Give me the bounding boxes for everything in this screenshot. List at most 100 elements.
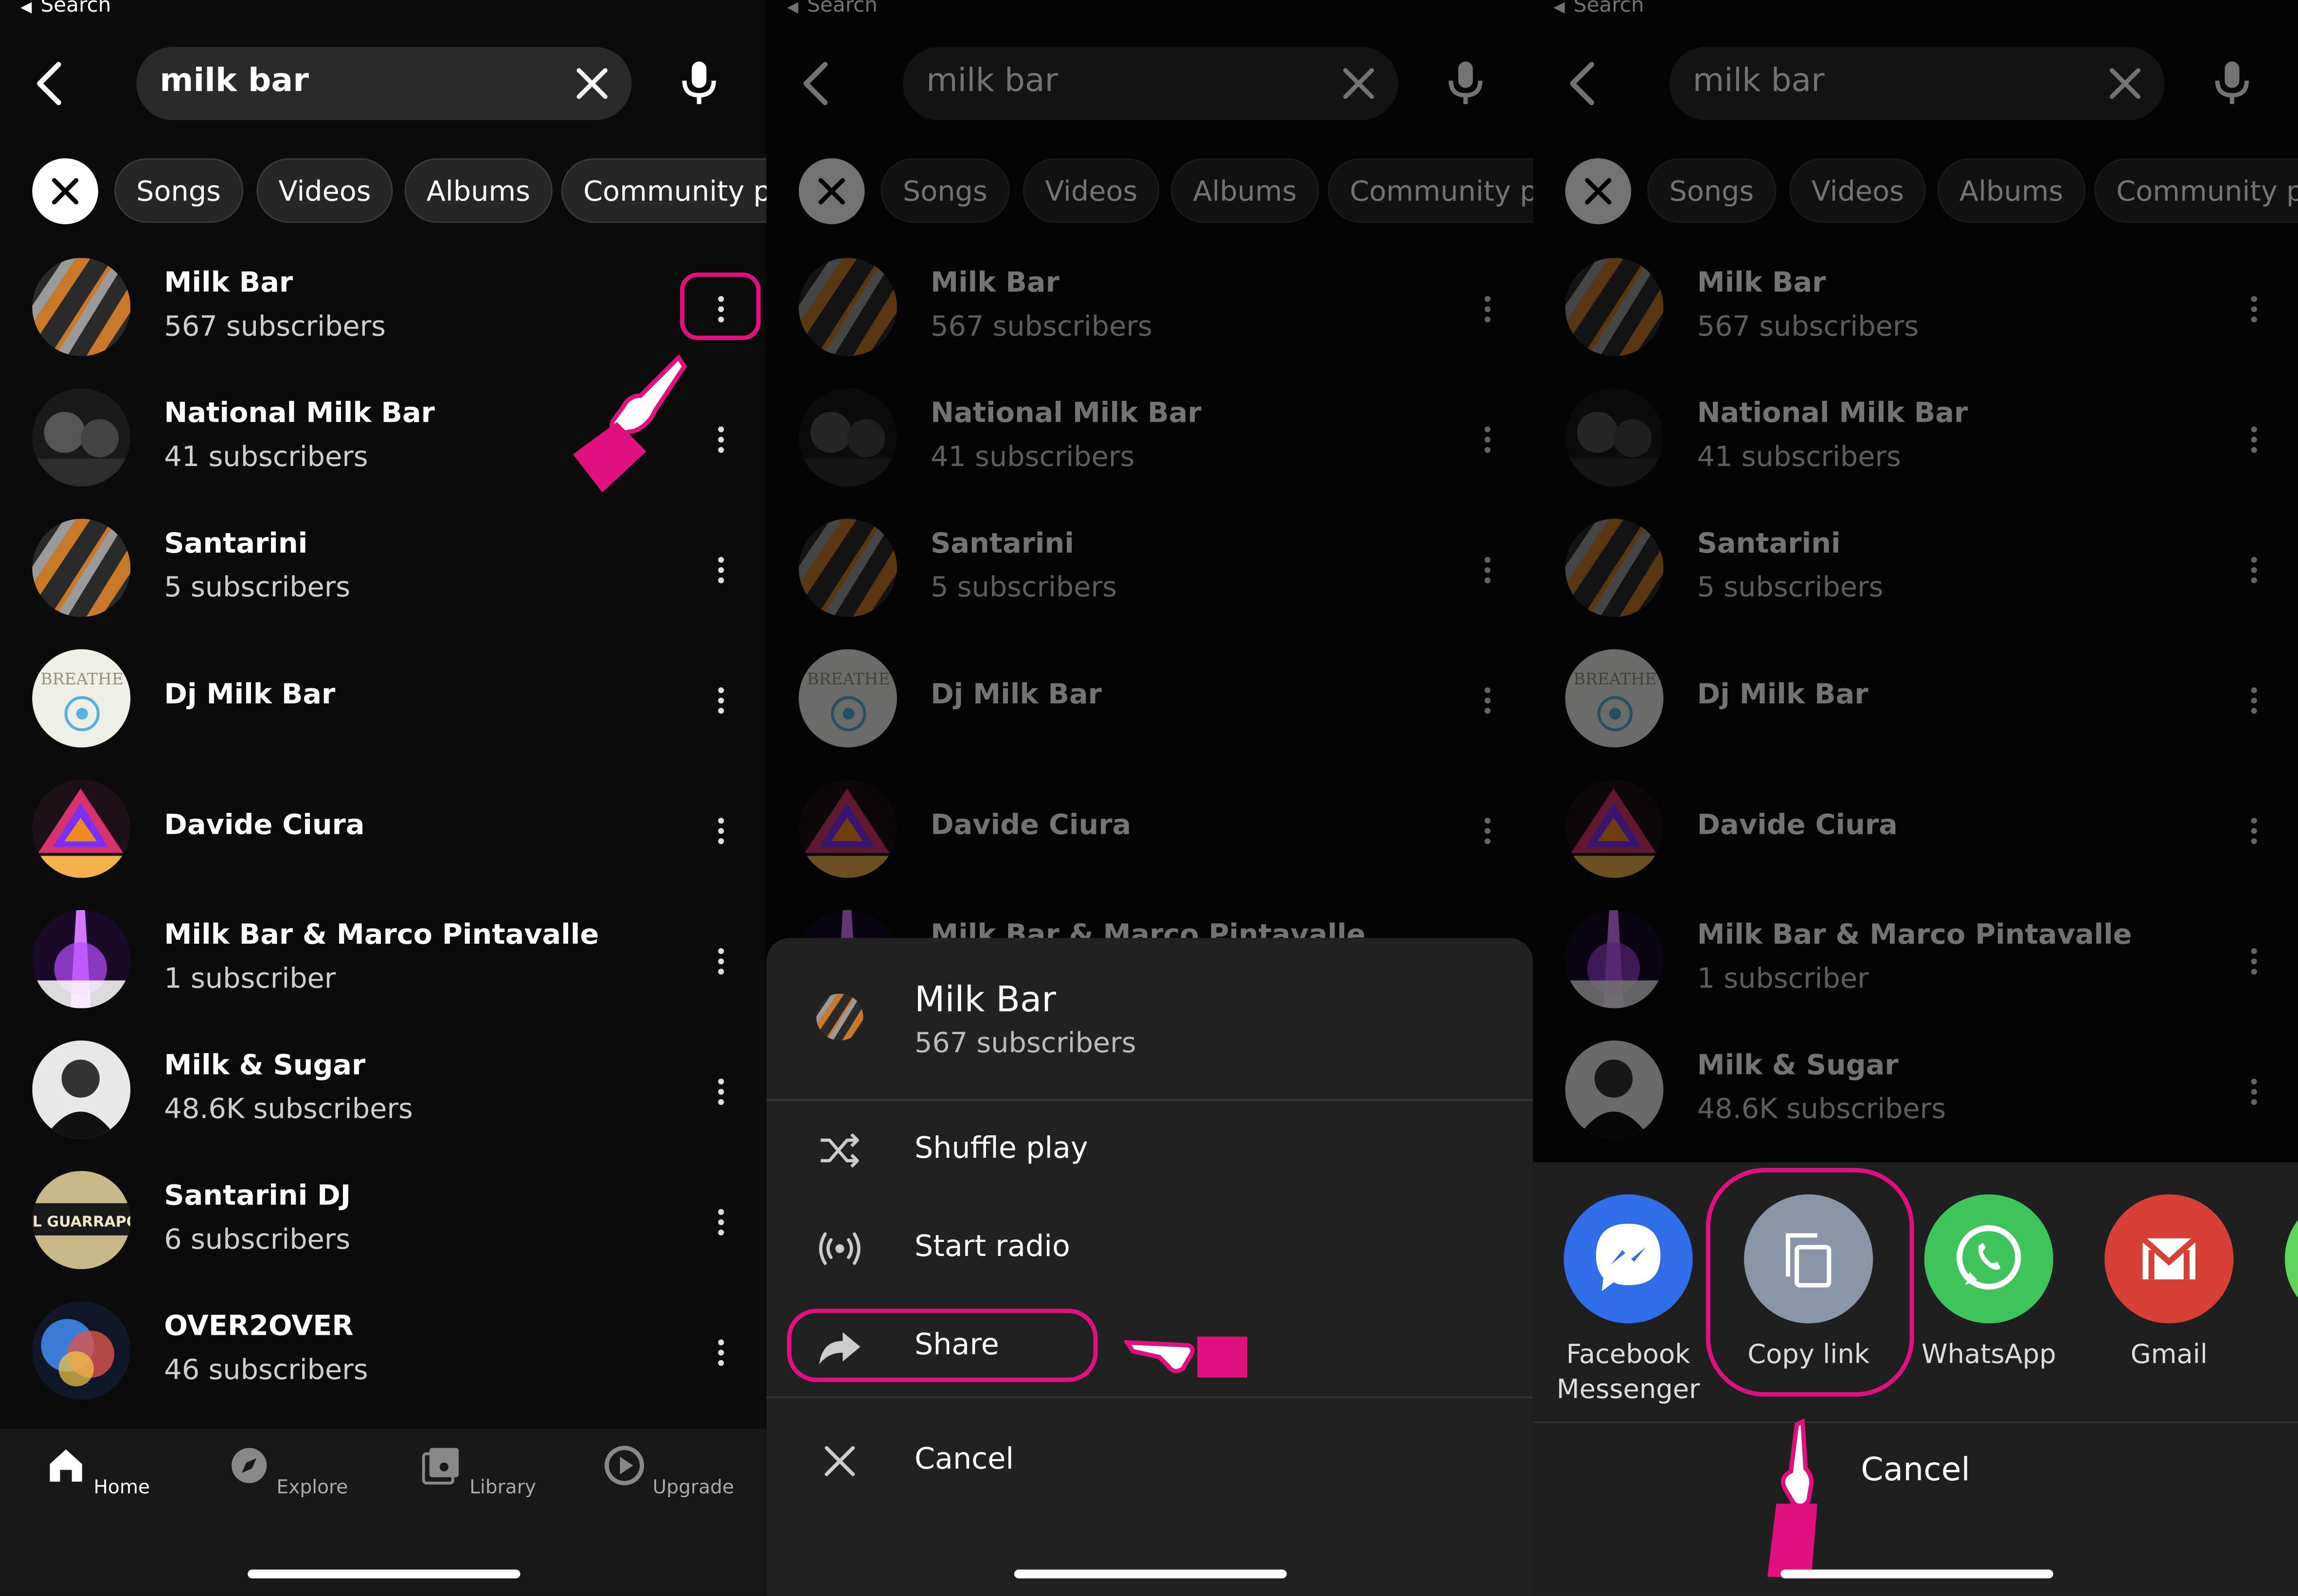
avatar [32,1040,131,1139]
avatar: BREATHE [32,649,131,748]
share-target-messenger[interactable]: Facebook Messenger [1547,1194,1708,1408]
home-icon [49,1449,82,1482]
result-name: Milk Bar & Marco Pintavalle [164,919,599,951]
result-row[interactable]: EL GUARRAPO Santarini DJ 6 subscribers [0,1171,767,1301]
menu-item-radio[interactable]: Start radio [767,1211,1533,1284]
compass-icon [231,1448,266,1483]
share-target-gmail[interactable]: Gmail [2088,1194,2249,1373]
home-indicator [248,1569,521,1578]
close-icon [52,178,79,205]
result-subscribers: 6 subscribers [164,1223,351,1256]
result-subscribers: 567 subscribers [164,310,386,343]
bottom-navigation: Home Explore Library Upgrade [0,1429,767,1596]
menu-divider [766,1397,1533,1399]
gmail-icon [2104,1194,2234,1324]
library-icon [422,1448,459,1485]
result-name: Milk & Sugar [164,1049,366,1082]
highlight-copy-link [1706,1168,1914,1397]
search-input[interactable]: milk bar [136,47,632,121]
result-subscribers: 48.6K subscribers [164,1093,413,1126]
avatar [32,779,131,878]
chip-community[interactable]: Community pl [561,158,767,223]
result-name: Santarini DJ [164,1180,351,1212]
avatar [32,388,131,487]
pointing-hand-icon [1124,1336,1247,1378]
nav-explore[interactable]: Explore [214,1444,360,1499]
panel-search-results: ◀ Search milk bar Songs Videos Albums Com… [0,0,767,1596]
result-row[interactable]: BREATHE Dj Milk Bar [0,649,767,780]
avatar: EL GUARRAPO [32,1171,131,1270]
menu-item-cancel[interactable]: Cancel [767,1423,1533,1496]
result-row[interactable]: Santarini 5 subscribers [0,519,767,649]
avatar [32,519,131,617]
nav-library[interactable]: Library [405,1444,551,1499]
result-row[interactable]: OVER2OVER 46 subscribers [0,1301,767,1432]
menu-item-shuffle[interactable]: Shuffle play [767,1112,1533,1186]
result-name: Davide Ciura [164,809,365,842]
menu-avatar [816,993,863,1041]
svg-text:BREATHE: BREATHE [40,669,124,688]
clear-filter-chip[interactable] [32,158,98,224]
back-arrow-icon[interactable] [29,59,73,108]
panel-share-sheet: ◀Search milk bar Songs Videos Albums Com… [1533,0,2298,1596]
app-icon [2284,1194,2298,1324]
home-indicator [1014,1569,1287,1578]
result-subscribers: 5 subscribers [164,571,351,604]
search-bar: milk bar [0,47,767,121]
chip-songs[interactable]: Songs [114,158,243,223]
more-options-icon[interactable] [712,424,730,456]
whatsapp-icon [1924,1194,2053,1324]
more-options-icon[interactable] [712,1076,730,1108]
nav-home[interactable]: Home [23,1444,170,1499]
more-options-icon[interactable] [712,554,730,586]
result-subscribers: 1 subscriber [164,963,336,995]
status-back-link[interactable]: ◀Search [20,0,111,18]
messenger-icon [1563,1194,1693,1324]
highlight-more-options [680,272,761,340]
upgrade-icon [605,1446,645,1486]
result-subscribers: 46 subscribers [164,1354,368,1387]
result-name: National Milk Bar [164,397,435,430]
share-divider [1533,1421,2298,1423]
result-name: OVER2OVER [164,1310,354,1343]
result-name: Santarini [164,527,308,560]
avatar [32,910,131,1008]
share-cancel-button[interactable]: Cancel [1533,1453,2298,1489]
more-options-icon[interactable] [712,1206,730,1238]
more-options-icon[interactable] [712,1337,730,1369]
avatar [32,258,131,357]
more-options-icon[interactable] [712,684,730,717]
chip-videos[interactable]: Videos [256,158,393,223]
nav-upgrade[interactable]: Upgrade [595,1444,741,1499]
result-row[interactable]: Milk & Sugar 48.6K subscribers [0,1040,767,1171]
more-options-icon[interactable] [712,945,730,977]
result-row[interactable]: Milk Bar & Marco Pintavalle 1 subscriber [0,910,767,1040]
mic-icon[interactable] [677,59,721,108]
highlight-share [787,1309,1098,1382]
result-row[interactable]: Davide Ciura [0,779,767,910]
svg-text:EL GUARRAPO: EL GUARRAPO [32,1214,130,1231]
close-icon [825,1446,855,1476]
avatar [32,1301,131,1400]
menu-divider [766,1099,1533,1101]
panel-options-menu: ◀Search milk bar Songs Videos Albums Com… [766,0,1533,1596]
more-options-icon[interactable] [712,815,730,847]
menu-subtitle: 567 subscribers [914,1027,1136,1060]
options-menu-sheet: Milk Bar 567 subscribers Shuffle play St… [766,938,1533,1596]
pointing-hand-icon [1767,1418,1817,1577]
pointing-hand-icon [573,354,687,493]
share-sheet: Facebook Messenger Copy link WhatsApp Gm… [1533,1162,2298,1596]
screenshot-triptych: ◀ Search milk bar Songs Videos Albums Com… [0,0,2298,1596]
result-name: Milk Bar [164,267,293,299]
chip-albums[interactable]: Albums [404,158,553,223]
radio-icon [819,1232,861,1265]
search-query: milk bar [160,63,309,100]
menu-title: Milk Bar [914,979,1057,1020]
result-subscribers: 41 subscribers [164,441,368,474]
result-name: Dj Milk Bar [164,678,336,711]
share-target-more[interactable]: M [2269,1194,2298,1373]
shuffle-icon [821,1133,859,1168]
share-target-whatsapp[interactable]: WhatsApp [1908,1194,2069,1373]
home-indicator [1780,1569,2053,1578]
clear-icon[interactable] [573,65,611,103]
